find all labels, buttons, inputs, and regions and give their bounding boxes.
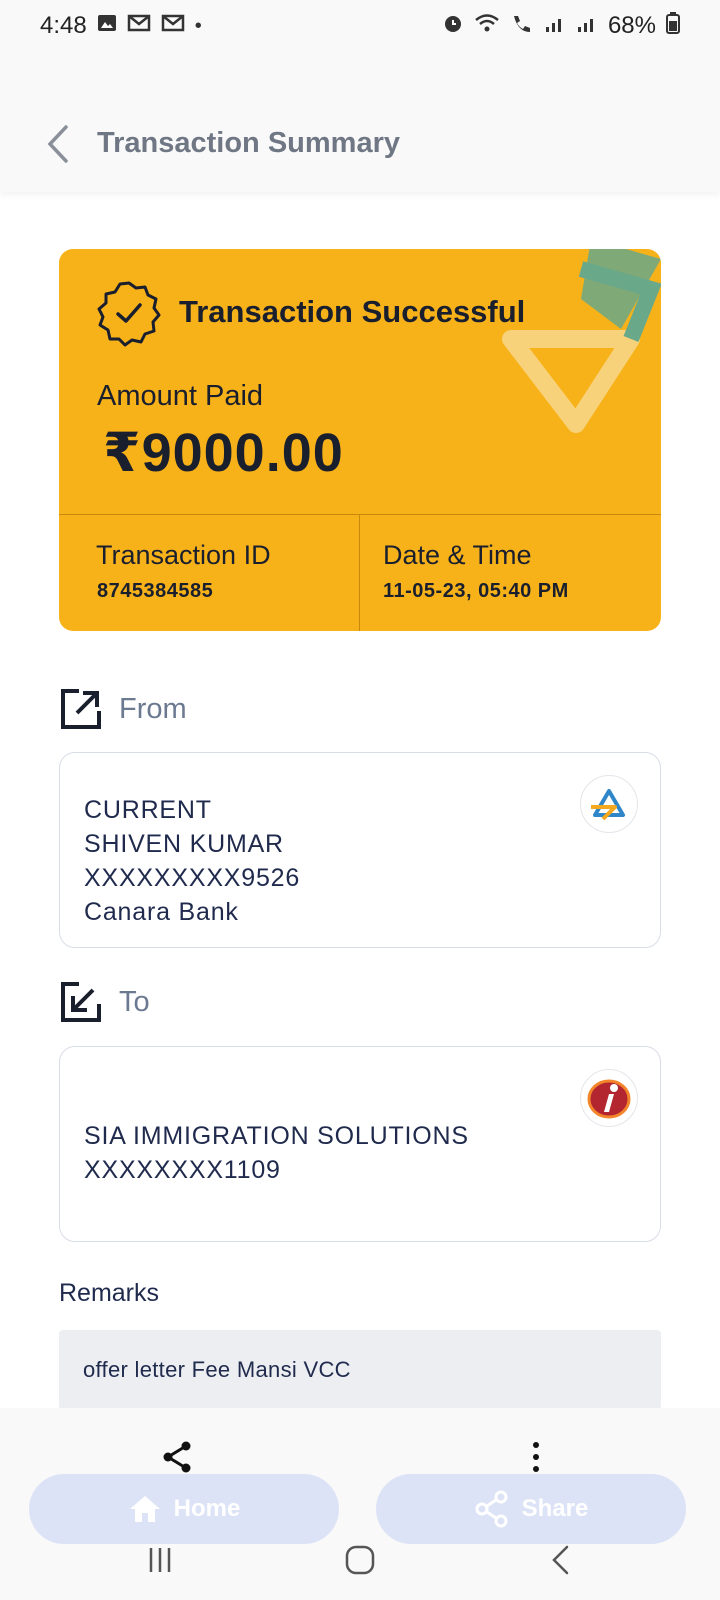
outgoing-arrow-icon bbox=[61, 689, 101, 729]
status-time: 4:48 bbox=[40, 12, 87, 39]
to-heading: To bbox=[59, 980, 150, 1024]
remarks-label: Remarks bbox=[59, 1279, 160, 1307]
home-nav-icon bbox=[345, 1545, 375, 1575]
home-button[interactable]: Home bbox=[29, 1474, 339, 1544]
signal-icon bbox=[544, 13, 566, 39]
gmail-icon bbox=[161, 14, 185, 38]
bank-watermark-icon bbox=[502, 249, 661, 433]
amount-value: ₹9000.00 bbox=[103, 423, 344, 483]
back-nav-icon bbox=[552, 1545, 569, 1575]
bank-name: Canara Bank bbox=[84, 898, 239, 926]
battery-icon bbox=[666, 12, 680, 40]
back-nav-button[interactable] bbox=[540, 1540, 580, 1580]
share-button-label: Share bbox=[521, 1495, 589, 1522]
payee-account-number: XXXXXXXX1109 bbox=[84, 1156, 281, 1184]
amount-label: Amount Paid bbox=[97, 380, 264, 412]
transaction-card: Transaction Successful Amount Paid ₹9000… bbox=[59, 249, 661, 631]
verified-badge-icon bbox=[97, 281, 161, 347]
gallery-icon bbox=[97, 13, 117, 39]
account-holder: SHIVEN KUMAR bbox=[84, 830, 284, 858]
to-label: To bbox=[119, 985, 150, 1018]
remarks-field: offer letter Fee Mansi VCC bbox=[59, 1330, 661, 1410]
system-nav-bar bbox=[0, 1540, 720, 1600]
icici-logo-icon bbox=[580, 1069, 638, 1127]
signal-icon bbox=[576, 13, 598, 39]
home-icon bbox=[129, 1496, 160, 1522]
datetime-value: 11-05-23, 05:40 PM bbox=[383, 580, 569, 602]
transaction-status: Transaction Successful bbox=[179, 294, 526, 329]
home-button-label: Home bbox=[173, 1495, 241, 1522]
recent-apps-icon bbox=[149, 1548, 171, 1572]
card-divider bbox=[59, 514, 661, 515]
incoming-arrow-icon bbox=[61, 982, 101, 1022]
share-icon bbox=[475, 1490, 508, 1528]
card-divider bbox=[359, 514, 360, 631]
back-button[interactable] bbox=[38, 122, 78, 166]
account-number: XXXXXXXXX9526 bbox=[84, 864, 301, 892]
share-button[interactable]: Share bbox=[376, 1474, 686, 1544]
account-type: CURRENT bbox=[84, 796, 212, 824]
volte-call-icon bbox=[510, 12, 534, 40]
transaction-id-label: Transaction ID bbox=[96, 540, 271, 570]
datetime-label: Date & Time bbox=[383, 540, 532, 570]
status-bar: 4:48 • 68% bbox=[0, 0, 720, 52]
battery-percent: 68% bbox=[607, 12, 656, 39]
payee-name: SIA IMMIGRATION SOLUTIONS bbox=[84, 1122, 469, 1150]
app-header: Transaction Summary bbox=[0, 52, 720, 192]
notification-dot-icon: • bbox=[194, 14, 202, 37]
status-right: 68% bbox=[442, 12, 680, 40]
status-left: 4:48 • bbox=[40, 12, 202, 40]
sbi-logo-icon bbox=[580, 775, 638, 833]
alarm-icon bbox=[442, 12, 464, 40]
gmail-icon bbox=[127, 14, 151, 38]
from-account-card: CURRENT SHIVEN KUMAR XXXXXXXXX9526 Canar… bbox=[59, 752, 661, 948]
recent-apps-button[interactable] bbox=[140, 1540, 180, 1580]
to-account-card: SIA IMMIGRATION SOLUTIONS XXXXXXXX1109 bbox=[59, 1046, 661, 1242]
home-nav-button[interactable] bbox=[338, 1540, 382, 1580]
wifi-icon bbox=[474, 12, 500, 40]
page-title: Transaction Summary bbox=[97, 127, 400, 159]
remarks-text: offer letter Fee Mansi VCC bbox=[83, 1357, 351, 1382]
chevron-left-icon bbox=[47, 125, 68, 163]
transaction-id-value: 8745384585 bbox=[97, 580, 214, 602]
from-label: From bbox=[119, 692, 187, 725]
from-heading: From bbox=[59, 687, 187, 731]
